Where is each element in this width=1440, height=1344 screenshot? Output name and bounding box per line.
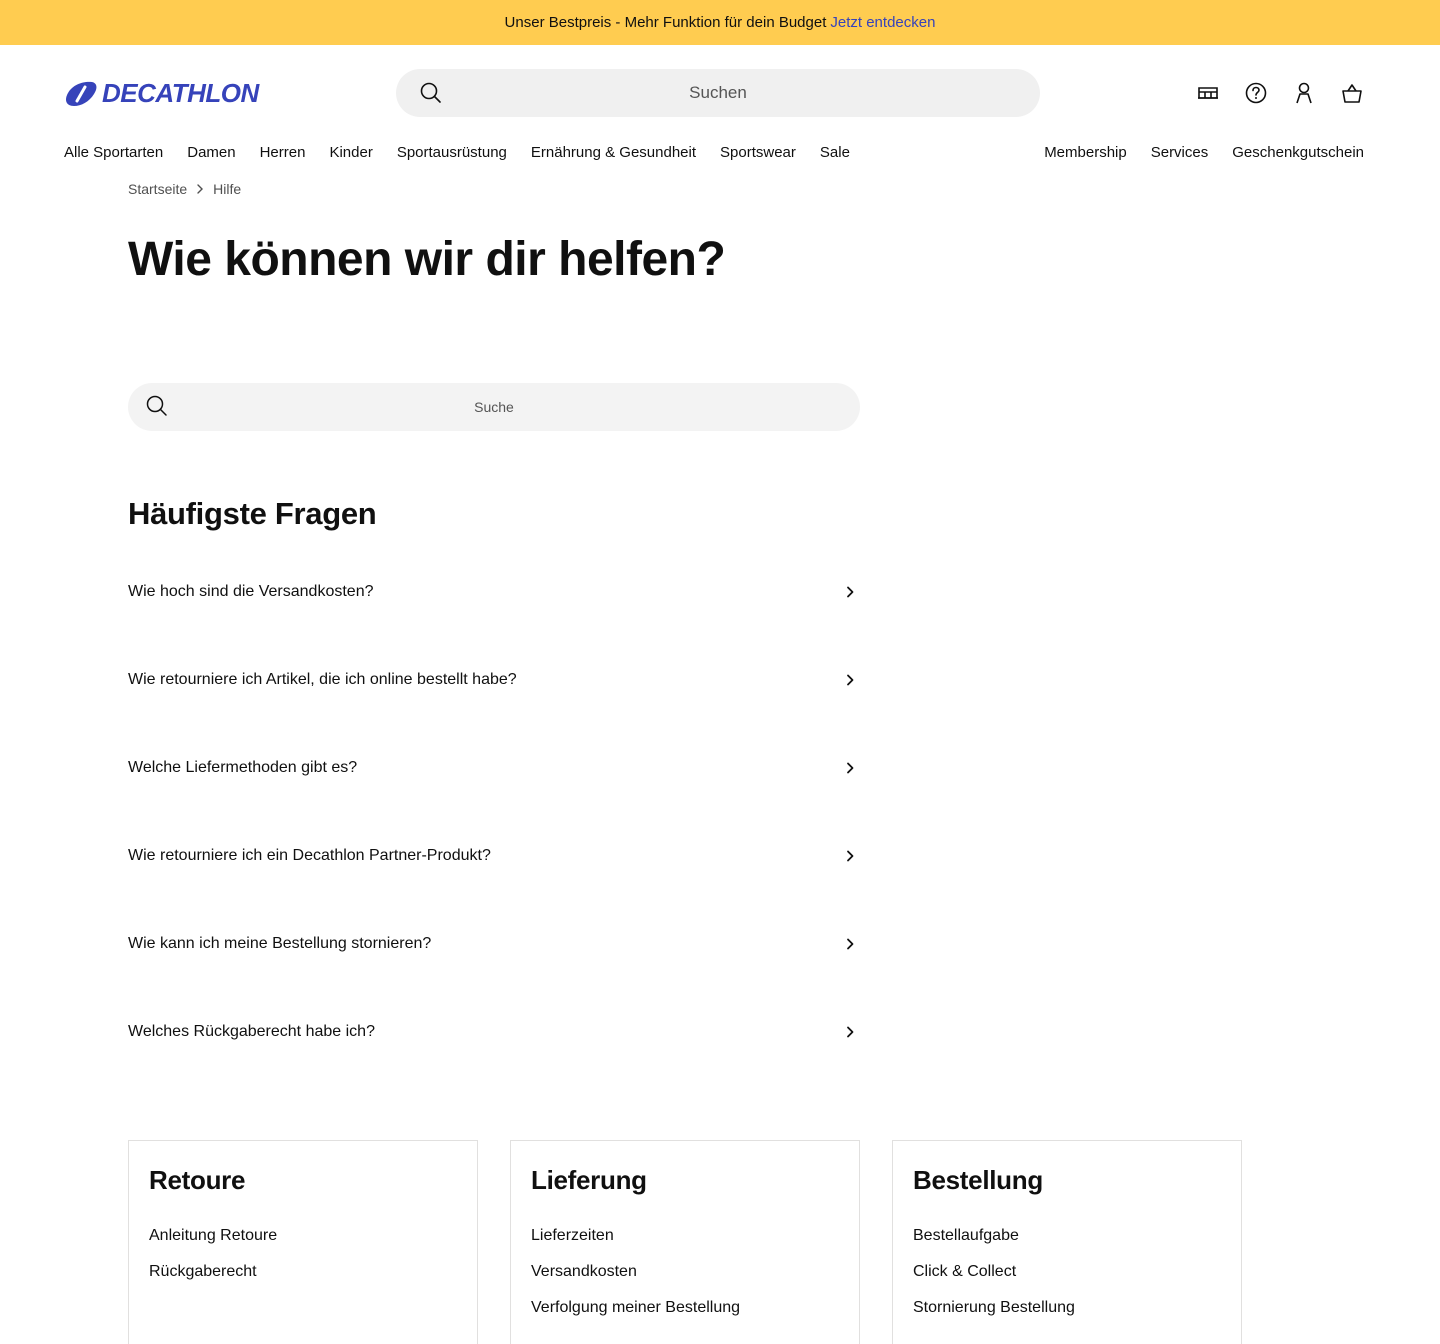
card-link[interactable]: Anleitung Retoure (149, 1218, 457, 1254)
main-search[interactable] (396, 69, 1040, 117)
faq-item[interactable]: Wie retourniere ich ein Decathlon Partne… (128, 812, 860, 900)
breadcrumb-current[interactable]: Hilfe (213, 181, 241, 197)
promo-banner: Unser Bestpreis - Mehr Funktion für dein… (0, 0, 1440, 45)
card-link[interactable]: Lieferzeiten (531, 1218, 839, 1254)
card-title: Lieferung (531, 1165, 647, 1195)
faq-question: Wie retourniere ich Artikel, die ich onl… (128, 671, 517, 688)
breadcrumb-home[interactable]: Startseite (128, 181, 187, 197)
chevron-right-icon (842, 584, 858, 600)
nav-item-damen[interactable]: Damen (187, 144, 235, 161)
faq-item[interactable]: Wie retourniere ich Artikel, die ich onl… (128, 636, 860, 724)
card-link[interactable]: Versandkosten (531, 1254, 839, 1290)
logo-text: DECATHLON (102, 78, 259, 108)
card-link[interactable]: Bestellaufgabe (913, 1218, 1221, 1254)
nav-item-membership[interactable]: Membership (1044, 144, 1127, 161)
header: DECATHLON (0, 45, 1440, 141)
card-link[interactable]: Rückgaberecht (149, 1254, 457, 1290)
logo-icon (66, 81, 97, 106)
nav-item-ernaehrung[interactable]: Ernährung & Gesundheit (531, 144, 696, 161)
account-icon[interactable] (1292, 81, 1316, 105)
header-icons (1196, 81, 1364, 105)
card-title: Retoure (149, 1165, 246, 1195)
faq-question: Wie kann ich meine Bestellung stornieren… (128, 935, 432, 952)
nav-item-sale[interactable]: Sale (820, 144, 850, 161)
faq-item[interactable]: Welches Rückgaberecht habe ich? (128, 988, 860, 1076)
faq-question: Welche Liefermethoden gibt es? (128, 759, 358, 776)
main-nav: Alle Sportarten Damen Herren Kinder Spor… (0, 141, 1440, 181)
nav-item-kinder[interactable]: Kinder (329, 144, 372, 161)
logo[interactable]: DECATHLON (64, 78, 259, 109)
promo-text: Unser Bestpreis - Mehr Funktion für dein… (504, 14, 827, 31)
chevron-right-icon (842, 760, 858, 776)
card-bestellung: Bestellung Bestellaufgabe Click & Collec… (892, 1140, 1242, 1344)
faq-title: Häufigste Fragen (128, 496, 377, 531)
nav-item-geschenkgutschein[interactable]: Geschenkgutschein (1232, 144, 1364, 161)
help-search-input[interactable] (128, 383, 860, 431)
faq-list: Wie hoch sind die Versandkosten? Wie ret… (128, 548, 860, 1076)
nav-item-sportausruestung[interactable]: Sportausrüstung (397, 144, 507, 161)
chevron-right-icon (197, 184, 204, 194)
help-icon[interactable] (1244, 81, 1268, 105)
chevron-right-icon (842, 1024, 858, 1040)
faq-item[interactable]: Welche Liefermethoden gibt es? (128, 724, 860, 812)
promo-link[interactable]: Jetzt entdecken (830, 14, 935, 31)
topic-cards: Retoure Anleitung Retoure Rückgaberecht … (128, 1140, 1242, 1344)
card-retoure: Retoure Anleitung Retoure Rückgaberecht (128, 1140, 478, 1344)
faq-question: Wie hoch sind die Versandkosten? (128, 583, 374, 600)
card-title: Bestellung (913, 1165, 1043, 1195)
store-icon[interactable] (1196, 81, 1220, 105)
chevron-right-icon (842, 848, 858, 864)
faq-question: Wie retourniere ich ein Decathlon Partne… (128, 847, 491, 864)
card-lieferung: Lieferung Lieferzeiten Versandkosten Ver… (510, 1140, 860, 1344)
cart-icon[interactable] (1340, 81, 1364, 105)
search-icon (146, 395, 167, 416)
nav-item-services[interactable]: Services (1151, 144, 1209, 161)
nav-right: Membership Services Geschenkgutschein (1044, 144, 1364, 161)
faq-item[interactable]: Wie hoch sind die Versandkosten? (128, 548, 860, 636)
breadcrumb: Startseite Hilfe (128, 181, 241, 197)
search-icon (420, 82, 441, 103)
main-search-input[interactable] (396, 69, 1040, 117)
help-search[interactable] (128, 383, 860, 431)
faq-item[interactable]: Wie kann ich meine Bestellung stornieren… (128, 900, 860, 988)
nav-left: Alle Sportarten Damen Herren Kinder Spor… (64, 144, 874, 161)
faq-question: Welches Rückgaberecht habe ich? (128, 1023, 375, 1040)
card-link[interactable]: Verfolgung meiner Bestellung (531, 1290, 839, 1326)
chevron-right-icon (842, 672, 858, 688)
card-link[interactable]: Stornierung Bestellung (913, 1290, 1221, 1326)
chevron-right-icon (842, 936, 858, 952)
nav-item-sportswear[interactable]: Sportswear (720, 144, 796, 161)
card-link[interactable]: Click & Collect (913, 1254, 1221, 1290)
nav-item-herren[interactable]: Herren (260, 144, 306, 161)
nav-item-alle-sportarten[interactable]: Alle Sportarten (64, 144, 163, 161)
page-title: Wie können wir dir helfen? (128, 233, 726, 286)
